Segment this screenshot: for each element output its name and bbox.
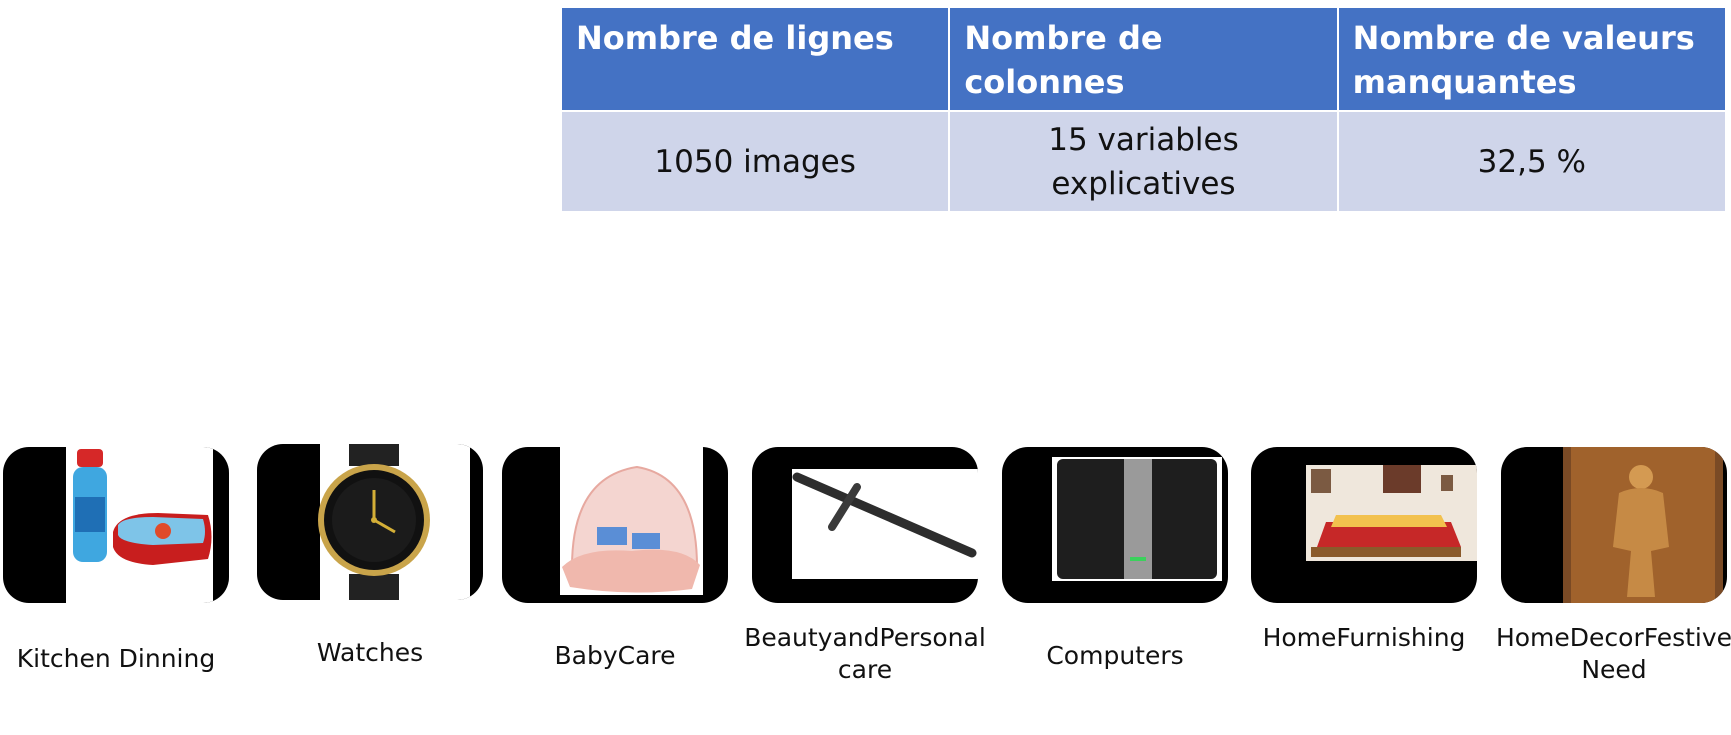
kitchen-dinning-icon	[66, 447, 229, 603]
bedspread-icon	[1306, 465, 1477, 561]
kitchen-dinning-image	[3, 447, 229, 603]
homefurnishing-image	[1251, 447, 1477, 603]
eye-pencil-icon	[792, 469, 978, 579]
watch-icon	[318, 444, 470, 600]
homedecor-image	[1501, 447, 1727, 603]
category-label: Watches	[316, 638, 424, 667]
category-item: Kitchen Dinning	[3, 447, 229, 673]
category-label: Kitchen Dinning	[16, 644, 216, 673]
category-item: BabyCare	[502, 447, 728, 670]
category-gallery: Kitchen Dinning Watches BabyCare Beautya…	[0, 443, 1731, 703]
cell-missing-values: 32,5 %	[1336, 110, 1728, 213]
header-rows-count: Nombre de lignes	[559, 6, 951, 112]
category-item: HomeFurnishing	[1251, 447, 1477, 652]
cell-columns-count: 15 variables explicatives	[948, 110, 1339, 213]
computers-image	[1002, 447, 1228, 603]
header-missing-values: Nombre de valeurs manquantes	[1336, 6, 1728, 112]
category-label: HomeFurnishing	[1262, 623, 1466, 652]
baby-bed-icon	[560, 447, 703, 595]
category-item: Computers	[1002, 447, 1228, 670]
category-label: BabyCare	[554, 641, 676, 670]
babycare-image	[502, 447, 728, 603]
category-label: BeautyandPersonalcare	[744, 623, 986, 684]
cell-rows-count: 1050 images	[559, 110, 951, 213]
category-item: HomeDecorFestiveNeed	[1496, 447, 1731, 684]
header-columns-count: Nombre de colonnes	[948, 6, 1339, 112]
category-item: BeautyandPersonalcare	[744, 447, 986, 684]
watches-image	[257, 444, 483, 600]
summary-table: Nombre de lignes Nombre de colonnes Nomb…	[559, 6, 1728, 213]
category-label: HomeDecorFestiveNeed	[1495, 623, 1731, 684]
category-label: Computers	[1046, 641, 1184, 670]
wall-art-icon	[1563, 447, 1723, 603]
router-icon	[1052, 457, 1222, 581]
table-row: 1050 images 15 variables explicatives 32…	[559, 110, 1728, 213]
category-item: Watches	[257, 444, 483, 667]
table-header-row: Nombre de lignes Nombre de colonnes Nomb…	[559, 6, 1728, 112]
beauty-personalcare-image	[752, 447, 978, 603]
